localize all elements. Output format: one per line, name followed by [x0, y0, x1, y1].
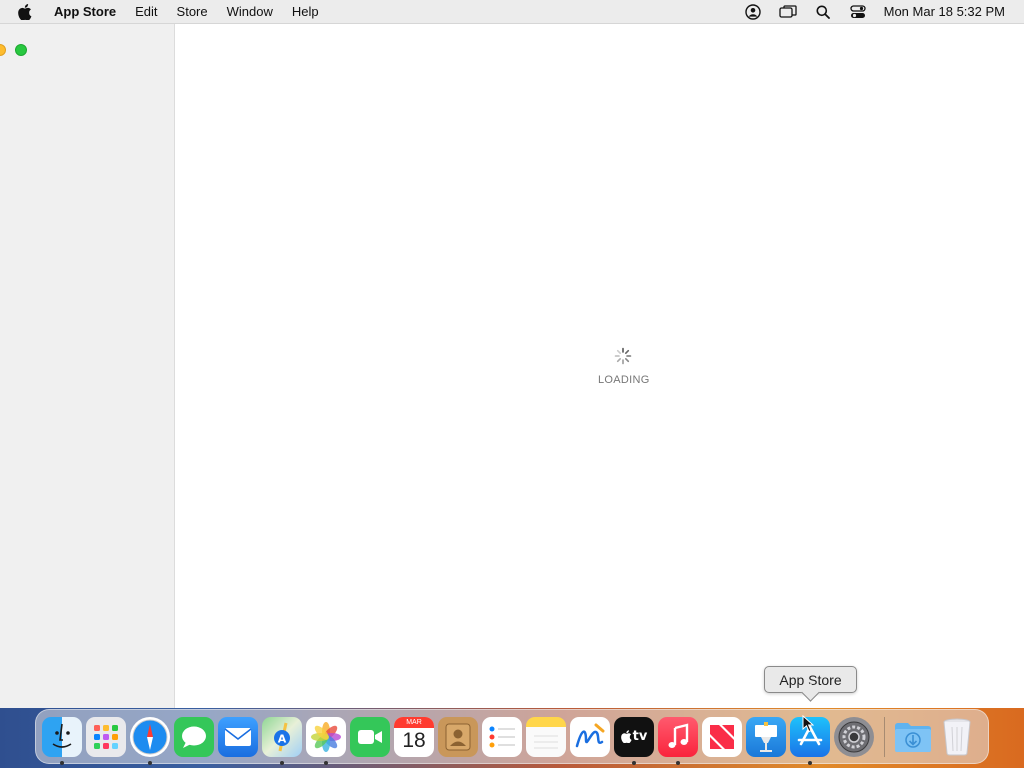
dock-item-maps[interactable]: A [262, 716, 302, 765]
running-indicator [324, 760, 328, 765]
photos-icon [311, 721, 341, 752]
menu-bar: App Store Edit Store Window Help Mon Mar… [0, 0, 1024, 24]
dock-item-photos[interactable] [306, 716, 346, 765]
dock-item-contacts[interactable] [438, 716, 478, 757]
tv-label: tv [632, 729, 648, 744]
apple-tv-icon: tv [620, 729, 648, 744]
spinner-icon [614, 347, 632, 365]
dock-item-messages[interactable] [174, 716, 214, 757]
launchpad-icon [94, 724, 118, 749]
running-indicator [60, 760, 64, 765]
safari-icon [132, 719, 168, 754]
contacts-icon [445, 723, 471, 750]
mail-icon [224, 727, 252, 746]
dock-item-downloads[interactable] [893, 717, 933, 757]
calendar-month-label: MAR [394, 716, 434, 728]
dock-item-finder[interactable] [42, 716, 82, 765]
dock-item-news[interactable] [702, 716, 742, 757]
loading-label: LOADING [598, 374, 650, 386]
dock-item-launchpad[interactable] [86, 716, 126, 757]
dock: A MAR 18 tv [35, 709, 989, 765]
news-icon [710, 724, 734, 749]
status-area: Mon Mar 18 5:32 PM [727, 3, 1024, 21]
running-indicator [808, 760, 812, 765]
dock-item-reminders[interactable] [482, 716, 522, 757]
user-account-icon[interactable] [744, 3, 762, 21]
main-content: LOADING [176, 24, 1024, 708]
mouse-cursor-icon [802, 714, 814, 732]
reminders-icon [489, 726, 515, 747]
dock-separator [884, 716, 885, 757]
freeform-icon [575, 723, 605, 747]
menu-bar-clock[interactable]: Mon Mar 18 5:32 PM [884, 4, 1005, 19]
dock-item-app-store[interactable] [790, 714, 830, 765]
dock-item-system-settings[interactable] [834, 716, 874, 757]
running-indicator [148, 760, 152, 765]
keynote-icon [755, 721, 777, 752]
running-indicator [280, 760, 284, 765]
dock-item-keynote[interactable] [746, 716, 786, 757]
finder-icon [52, 723, 72, 748]
dock-item-calendar[interactable]: MAR 18 [394, 716, 434, 757]
messages-icon [182, 726, 206, 748]
dock-item-music[interactable] [658, 716, 698, 765]
spotlight-search-icon[interactable] [814, 3, 832, 21]
menu-help[interactable]: Help [292, 4, 319, 19]
dock-item-tv[interactable]: tv [614, 716, 654, 765]
system-settings-icon [838, 721, 870, 752]
loading-indicator: LOADING [598, 347, 650, 397]
dock-item-facetime[interactable] [350, 716, 390, 757]
music-icon [668, 722, 689, 748]
dock-item-safari[interactable] [130, 716, 170, 765]
running-indicator [632, 760, 636, 765]
dock-item-freeform[interactable] [570, 716, 610, 757]
apple-menu-icon[interactable] [18, 3, 36, 20]
app-store-window: LOADING [0, 24, 1024, 708]
sidebar [0, 24, 175, 708]
menu-edit[interactable]: Edit [135, 4, 157, 19]
svg-text:A: A [278, 732, 287, 745]
dock-tooltip: App Store [764, 666, 857, 693]
menu-window[interactable]: Window [227, 4, 273, 19]
control-center-icon[interactable] [849, 3, 867, 21]
minimize-window-button[interactable] [0, 44, 6, 56]
menu-app-name[interactable]: App Store [54, 4, 116, 19]
facetime-icon [358, 729, 382, 744]
dock-item-notes[interactable] [526, 716, 566, 757]
trash-icon [943, 718, 971, 755]
dock-item-trash[interactable] [937, 717, 977, 757]
menu-store[interactable]: Store [177, 4, 208, 19]
running-indicator [676, 760, 680, 765]
maps-icon: A [274, 722, 290, 751]
downloads-folder-icon [895, 722, 931, 752]
screen-mirroring-icon[interactable] [778, 3, 797, 21]
zoom-window-button[interactable] [15, 44, 27, 56]
calendar-day-label: 18 [402, 728, 426, 752]
notes-icon [534, 735, 558, 748]
dock-item-mail[interactable] [218, 716, 258, 757]
